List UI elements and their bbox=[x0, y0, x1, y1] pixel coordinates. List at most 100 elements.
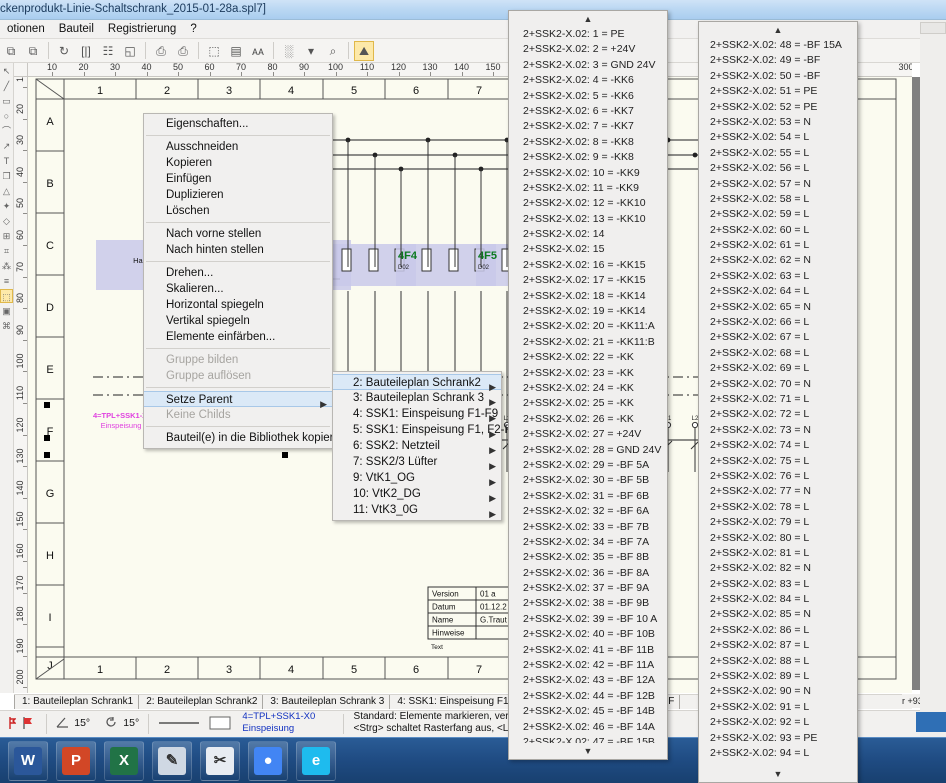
context-menu-item-drehen[interactable]: Drehen... bbox=[144, 265, 332, 281]
page-icon[interactable]: ▤ bbox=[226, 41, 246, 61]
terminal-list-row[interactable]: 2+SSK2-X.02: 49 = -BF bbox=[699, 53, 857, 68]
terminal-list-row[interactable]: 2+SSK2-X.02: 66 = L bbox=[699, 315, 857, 330]
terminal-list-row[interactable]: 2+SSK2-X.02: 88 = L bbox=[699, 654, 857, 669]
terminal-list-row[interactable]: 2+SSK2-X.02: 12 = -KK10 bbox=[509, 196, 667, 211]
terminal-list-row[interactable]: 2+SSK2-X.02: 58 = L bbox=[699, 192, 857, 207]
angle-snap-icon[interactable] bbox=[56, 711, 69, 729]
drawing-tool-13[interactable]: ⁂ bbox=[0, 259, 13, 273]
terminal-list-row[interactable]: 2+SSK2-X.02: 71 = L bbox=[699, 392, 857, 407]
menu-item--[interactable]: ? bbox=[183, 20, 203, 37]
drawing-tool-12[interactable]: ⌗ bbox=[0, 244, 13, 258]
context-menu-item-bauteil-e-in-die-bibliothek-kopieren[interactable]: Bauteil(e) in die Bibliothek kopieren bbox=[144, 430, 346, 446]
drawing-tool-14[interactable]: ≡ bbox=[0, 274, 13, 288]
terminal-list-row[interactable]: 2+SSK2-X.02: 44 = -BF 12B bbox=[509, 689, 667, 704]
terminal-list-row[interactable]: 2+SSK2-X.02: 10 = -KK9 bbox=[509, 166, 667, 181]
terminal-list-row[interactable]: 2+SSK2-X.02: 65 = N bbox=[699, 300, 857, 315]
terminal-list-row[interactable]: 2+SSK2-X.02: 16 = -KK15 bbox=[509, 258, 667, 273]
terminal-list-row[interactable]: 2+SSK2-X.02: 57 = N bbox=[699, 177, 857, 192]
find-icon[interactable]: ᴀᴀ bbox=[248, 41, 268, 61]
drawing-tool-1[interactable]: ╱ bbox=[0, 79, 13, 93]
submenu-item-3-bauteileplan-schrank-3[interactable]: 3: Bauteileplan Schrank 3 ▶ bbox=[333, 390, 501, 407]
terminal-list-row[interactable]: 2+SSK2-X.02: 32 = -BF 6A bbox=[509, 504, 667, 519]
grid-icon[interactable]: ░ bbox=[279, 41, 299, 61]
terminal-list-row[interactable]: 2+SSK2-X.02: 78 = L bbox=[699, 500, 857, 515]
paint-icon[interactable]: ✎ bbox=[152, 741, 192, 781]
terminal-list-row[interactable]: 2+SSK2-X.02: 20 = -KK11:A bbox=[509, 319, 667, 334]
terminal-list-row[interactable]: 2+SSK2-X.02: 60 = L bbox=[699, 223, 857, 238]
context-menu-item-eigenschaften[interactable]: Eigenschaften... bbox=[144, 116, 332, 132]
terminal-list-row[interactable]: 2+SSK2-X.02: 40 = -BF 10B bbox=[509, 627, 667, 642]
submenu-item-4-ssk1-einspeisung-f1-f9[interactable]: 4: SSK1: Einspeisung F1-F9 ▶ bbox=[333, 406, 501, 423]
terminal-list-row[interactable]: 2+SSK2-X.02: 26 = -KK bbox=[509, 412, 667, 427]
copy-layer-icon[interactable]: ⧉ bbox=[1, 41, 21, 61]
dropdown-arrow-icon[interactable]: ▾ bbox=[301, 41, 321, 61]
terminal-list-row[interactable]: 2+SSK2-X.02: 4 = -KK6 bbox=[509, 73, 667, 88]
terminal-list-row[interactable]: 2+SSK2-X.02: 35 = -BF 8B bbox=[509, 550, 667, 565]
align-icon[interactable]: ☷ bbox=[98, 41, 118, 61]
print-preview-icon[interactable]: ⎙ bbox=[173, 41, 193, 61]
terminal-list-row[interactable]: 2+SSK2-X.02: 39 = -BF 10 A bbox=[509, 612, 667, 627]
submenu-item-10-vtk2-dg[interactable]: 10: VtK2_DG ▶ bbox=[333, 486, 501, 503]
sheet-tab-2[interactable]: 2: Bauteileplan Schrank2 bbox=[139, 695, 264, 709]
terminal-list-row[interactable]: 2+SSK2-X.02: 55 = L bbox=[699, 146, 857, 161]
terminal-list-row[interactable]: 2+SSK2-X.02: 11 = -KK9 bbox=[509, 181, 667, 196]
order-icon[interactable]: ◱ bbox=[120, 41, 140, 61]
context-menu-item-setze-parent[interactable]: Setze Parent ▶ bbox=[144, 391, 332, 409]
context-menu-item-vertikal-spiegeln[interactable]: Vertikal spiegeln bbox=[144, 313, 332, 329]
terminal-list-row[interactable]: 2+SSK2-X.02: 13 = -KK10 bbox=[509, 212, 667, 227]
anchor-icon[interactable] bbox=[4, 711, 18, 733]
terminal-list-row[interactable]: 2+SSK2-X.02: 81 = L bbox=[699, 546, 857, 561]
select-frame-icon[interactable]: ⬚ bbox=[204, 41, 224, 61]
terminal-list-row[interactable]: 2+SSK2-X.02: 38 = -BF 9B bbox=[509, 596, 667, 611]
background-window-scrollbar[interactable] bbox=[916, 712, 946, 732]
terminal-list-row[interactable]: 2+SSK2-X.02: 79 = L bbox=[699, 515, 857, 530]
terminal-list-row[interactable]: 2+SSK2-X.02: 48 = -BF 15A bbox=[699, 38, 857, 53]
context-menu-item-elemente-einf-rben[interactable]: Elemente einfärben... bbox=[144, 329, 332, 345]
submenu-item-6-ssk2-netzteil[interactable]: 6: SSK2: Netzteil ▶ bbox=[333, 438, 501, 455]
terminal-list-row[interactable]: 2+SSK2-X.02: 73 = N bbox=[699, 423, 857, 438]
terminal-list-row[interactable]: 2+SSK2-X.02: 83 = L bbox=[699, 577, 857, 592]
terminal-list-row[interactable]: 2+SSK2-X.02: 54 = L bbox=[699, 130, 857, 145]
terminal-list-row[interactable]: 2+SSK2-X.02: 23 = -KK bbox=[509, 366, 667, 381]
terminal-list-row[interactable]: 2+SSK2-X.02: 92 = L bbox=[699, 715, 857, 730]
terminal-list-row[interactable]: 2+SSK2-X.02: 8 = -KK8 bbox=[509, 135, 667, 150]
submenu-item-9-vtk1-og[interactable]: 9: VtK1_OG ▶ bbox=[333, 470, 501, 487]
terminal-list-row[interactable]: 2+SSK2-X.02: 62 = N bbox=[699, 253, 857, 268]
context-menu-item-l-schen[interactable]: Löschen bbox=[144, 203, 332, 219]
drawing-tool-11[interactable]: ⊞ bbox=[0, 229, 13, 243]
rotate-snap-value[interactable]: 15° bbox=[123, 711, 139, 729]
terminal-list-row[interactable]: 2+SSK2-X.02: 17 = -KK15 bbox=[509, 273, 667, 288]
menu-item-otionen[interactable]: otionen bbox=[0, 20, 52, 37]
terminal-list-row[interactable]: 2+SSK2-X.02: 6 = -KK7 bbox=[509, 104, 667, 119]
terminal-list-row[interactable]: 2+SSK2-X.02: 53 = N bbox=[699, 115, 857, 130]
terminal-list-row[interactable]: 2+SSK2-X.02: 47 = -BF 15B bbox=[509, 735, 667, 743]
drawing-tool-6[interactable]: T bbox=[0, 154, 13, 168]
terminal-list-row[interactable]: 2+SSK2-X.02: 76 = L bbox=[699, 469, 857, 484]
scroll-down-icon[interactable]: ▼ bbox=[699, 766, 857, 782]
terminal-list-row[interactable]: 2+SSK2-X.02: 69 = L bbox=[699, 361, 857, 376]
terminal-list-row[interactable]: 2+SSK2-X.02: 87 = L bbox=[699, 638, 857, 653]
internet-explorer-icon[interactable]: e bbox=[296, 741, 336, 781]
drawing-tool-17[interactable]: ⌘ bbox=[0, 319, 13, 333]
context-menu-item-einf-gen[interactable]: Einfügen bbox=[144, 171, 332, 187]
context-menu-item-kopieren[interactable]: Kopieren bbox=[144, 155, 332, 171]
context-menu-item-ausschneiden[interactable]: Ausschneiden bbox=[144, 139, 332, 155]
terminal-list-row[interactable]: 2+SSK2-X.02: 22 = -KK bbox=[509, 350, 667, 365]
terminal-list-row[interactable]: 2+SSK2-X.02: 15 bbox=[509, 242, 667, 257]
terminal-list-row[interactable]: 2+SSK2-X.02: 7 = -KK7 bbox=[509, 119, 667, 134]
sheet-tab-1[interactable]: 1: Bauteileplan Schrank1 bbox=[14, 695, 140, 709]
context-menu-item-horizontal-spiegeln[interactable]: Horizontal spiegeln bbox=[144, 297, 332, 313]
submenu-item-5-ssk1-einspeisung-f1-f2-f12[interactable]: 5: SSK1: Einspeisung F1, F2-F12 ▶ bbox=[333, 422, 524, 439]
terminal-list-row[interactable]: 2+SSK2-X.02: 24 = -KK bbox=[509, 381, 667, 396]
terminal-list-row[interactable]: 2+SSK2-X.02: 1 = PE bbox=[509, 27, 667, 42]
terminal-list-row[interactable]: 2+SSK2-X.02: 37 = -BF 9A bbox=[509, 581, 667, 596]
angle-snap-value[interactable]: 15° bbox=[74, 711, 90, 729]
terminal-list-row[interactable]: 2+SSK2-X.02: 51 = PE bbox=[699, 84, 857, 99]
submenu-item-2-bauteileplan-schrank2[interactable]: 2: Bauteileplan Schrank2 ▶ bbox=[333, 374, 501, 392]
drawing-tool-7[interactable]: ❐ bbox=[0, 169, 13, 183]
terminal-list-row[interactable]: 2+SSK2-X.02: 18 = -KK14 bbox=[509, 289, 667, 304]
terminal-list-pane-1[interactable]: ▲ 2+SSK2-X.02: 1 = PE 2+SSK2-X.02: 2 = +2… bbox=[508, 10, 668, 760]
word-icon[interactable]: W bbox=[8, 741, 48, 781]
context-menu-item-duplizieren[interactable]: Duplizieren bbox=[144, 187, 332, 203]
drawing-tool-5[interactable]: ↗ bbox=[0, 139, 13, 153]
